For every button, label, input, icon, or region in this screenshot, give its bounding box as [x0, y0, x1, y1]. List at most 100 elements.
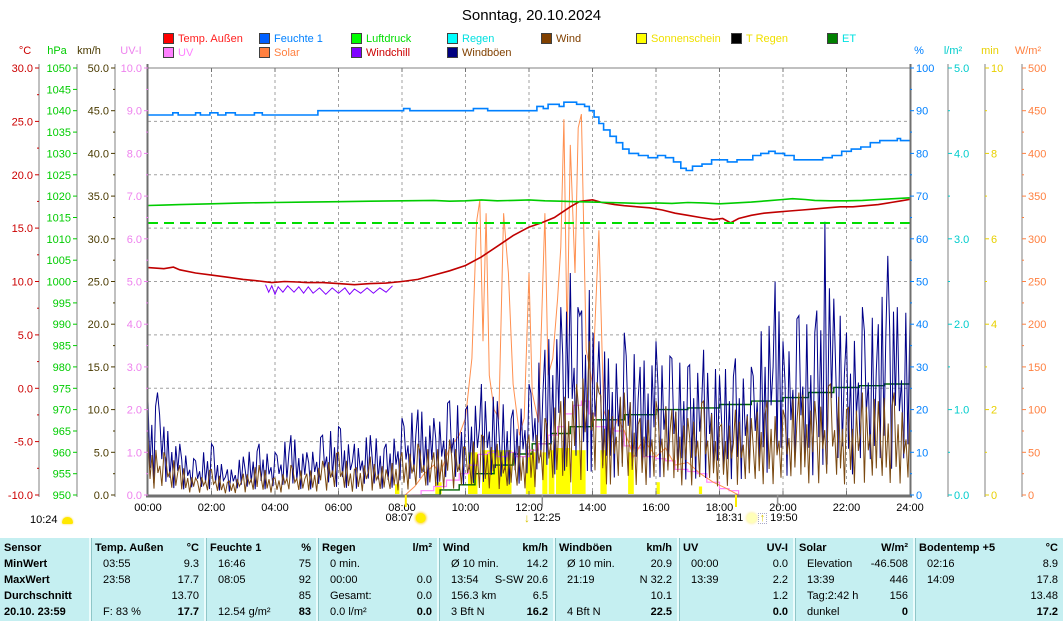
- svg-text:5.0: 5.0: [954, 63, 969, 75]
- column-name: Wind: [443, 540, 470, 556]
- svg-text:4: 4: [991, 319, 997, 331]
- cell-value: 156: [890, 588, 908, 604]
- cell-value: 2.2: [773, 572, 788, 588]
- svg-text:1020: 1020: [47, 191, 71, 203]
- svg-text:10.0: 10.0: [88, 405, 109, 417]
- svg-text:30.0: 30.0: [88, 234, 109, 246]
- cell-value: 0: [902, 604, 908, 620]
- svg-text:950: 950: [53, 490, 71, 502]
- axis-pct: %0102030405060708090100: [910, 45, 934, 502]
- axis-lm2: l/m²0.01.02.03.04.05.0: [944, 45, 969, 502]
- cell-value: 20.9: [651, 556, 672, 572]
- svg-text:0: 0: [916, 490, 922, 502]
- cell-value: 8.9: [1043, 556, 1058, 572]
- column-name: Temp. Außen: [95, 540, 163, 556]
- axis-kmh: km/h0.05.010.015.020.025.030.035.040.045…: [77, 45, 115, 502]
- axis-min: min0246810: [981, 45, 1003, 502]
- x-tick-label: 22:00: [833, 502, 861, 514]
- svg-text:50: 50: [916, 277, 928, 289]
- table-column-solar: SolarW/m²Elevation-46.50813:39446Tag:2:4…: [793, 538, 913, 621]
- cell-value: 17.2: [1037, 604, 1058, 620]
- axis-hpa: hPa9509559609659709759809859909951000100…: [47, 45, 77, 502]
- svg-text:l/m²: l/m²: [944, 45, 963, 57]
- column-unit: %: [301, 540, 311, 556]
- svg-text:3.0: 3.0: [127, 362, 142, 374]
- svg-text:350: 350: [1028, 191, 1046, 203]
- cell-label: 21:19: [559, 572, 595, 588]
- cell-label: 156.3 km: [443, 588, 496, 604]
- svg-text:20.0: 20.0: [12, 170, 33, 182]
- cell-label: 00:00: [683, 556, 719, 572]
- table-column-bodentemp-5: Bodentemp +5°C02:168.914:0917.813.4817.2: [913, 538, 1063, 621]
- cell-label: Tag:2:42 h: [799, 588, 858, 604]
- column-name: Solar: [799, 540, 827, 556]
- noon-time: 12:25: [533, 512, 561, 524]
- svg-text:0.0: 0.0: [954, 490, 969, 502]
- svg-text:40: 40: [916, 319, 928, 331]
- svg-text:7.0: 7.0: [127, 191, 142, 203]
- axis-wm2: W/m²050100150200250300350400450500: [1015, 45, 1046, 502]
- table-column-uv: UVUV-I00:000.013:392.21.20.0: [677, 538, 793, 621]
- axis-uvi: UV-I0.01.02.03.04.05.06.07.08.09.010.0: [120, 45, 148, 502]
- cell-label: 14:09: [919, 572, 955, 588]
- column-unit: km/h: [522, 540, 548, 556]
- svg-text:60: 60: [916, 234, 928, 246]
- svg-text:0.0: 0.0: [18, 383, 33, 395]
- svg-text:985: 985: [53, 341, 71, 353]
- cell-value: 10.1: [651, 588, 672, 604]
- cell-value: 1.2: [773, 588, 788, 604]
- svg-text:15.0: 15.0: [88, 362, 109, 374]
- cell-label: 13:54: [443, 572, 479, 588]
- svg-text:400: 400: [1028, 148, 1046, 160]
- svg-text:6: 6: [991, 234, 997, 246]
- svg-text:1045: 1045: [47, 84, 71, 96]
- svg-text:1010: 1010: [47, 234, 71, 246]
- cell-value: 22.5: [651, 604, 672, 620]
- table-column-windb-en: Windböenkm/hØ 10 min.20.921:19N 32.210.1…: [553, 538, 677, 621]
- svg-text:5.0: 5.0: [94, 447, 109, 459]
- cell-value: 0.0: [773, 604, 788, 620]
- svg-text:0.0: 0.0: [94, 490, 109, 502]
- svg-text:100: 100: [916, 63, 934, 75]
- svg-text:200: 200: [1028, 319, 1046, 331]
- svg-text:10.0: 10.0: [12, 277, 33, 289]
- svg-text:150: 150: [1028, 362, 1046, 374]
- row-label: MinWert: [4, 556, 47, 572]
- column-unit: °C: [1046, 540, 1058, 556]
- x-tick-label: 14:00: [579, 502, 607, 514]
- svg-text:1.0: 1.0: [954, 405, 969, 417]
- svg-text:5.0: 5.0: [18, 330, 33, 342]
- x-tick-label: 16:00: [642, 502, 670, 514]
- cell-value: 75: [299, 556, 311, 572]
- svg-text:6.0: 6.0: [127, 234, 142, 246]
- svg-text:1005: 1005: [47, 255, 71, 267]
- sun-pale-icon: [746, 513, 756, 523]
- x-tick-label: 02:00: [198, 502, 226, 514]
- column-name: Bodentemp +5: [919, 540, 995, 556]
- cell-value: 16.2: [527, 604, 548, 620]
- svg-text:km/h: km/h: [77, 45, 101, 57]
- svg-text:975: 975: [53, 383, 71, 395]
- svg-text:2.0: 2.0: [127, 405, 142, 417]
- x-tick-label: 24:00: [896, 502, 924, 514]
- stats-table: SensorMinWertMaxWertDurchschnitt20.10. 2…: [0, 538, 1063, 621]
- svg-text:500: 500: [1028, 63, 1046, 75]
- sunset-time: 18:31: [716, 512, 744, 524]
- cell-value: 17.8: [1037, 572, 1058, 588]
- moonrise-annotation: ↑19:50: [758, 512, 798, 524]
- axis-temp: °C-10.0-5.00.05.010.015.020.025.030.0: [8, 45, 39, 502]
- svg-text:50.0: 50.0: [88, 63, 109, 75]
- cell-label: 23:58: [95, 572, 131, 588]
- sunrise-annotation: 08:07: [386, 512, 427, 524]
- svg-text:980: 980: [53, 362, 71, 374]
- table-column-regen: Regenl/m²0 min.00:000.0Gesamt:0.00.0 l/m…: [316, 538, 437, 621]
- svg-text:100: 100: [1028, 405, 1046, 417]
- svg-text:1000: 1000: [47, 277, 71, 289]
- svg-text:1025: 1025: [47, 170, 71, 182]
- svg-text:45.0: 45.0: [88, 106, 109, 118]
- cell-label: F: 83 %: [95, 604, 141, 620]
- svg-text:10.0: 10.0: [121, 63, 142, 75]
- column-unit: km/h: [646, 540, 672, 556]
- svg-text:995: 995: [53, 298, 71, 310]
- svg-text:80: 80: [916, 148, 928, 160]
